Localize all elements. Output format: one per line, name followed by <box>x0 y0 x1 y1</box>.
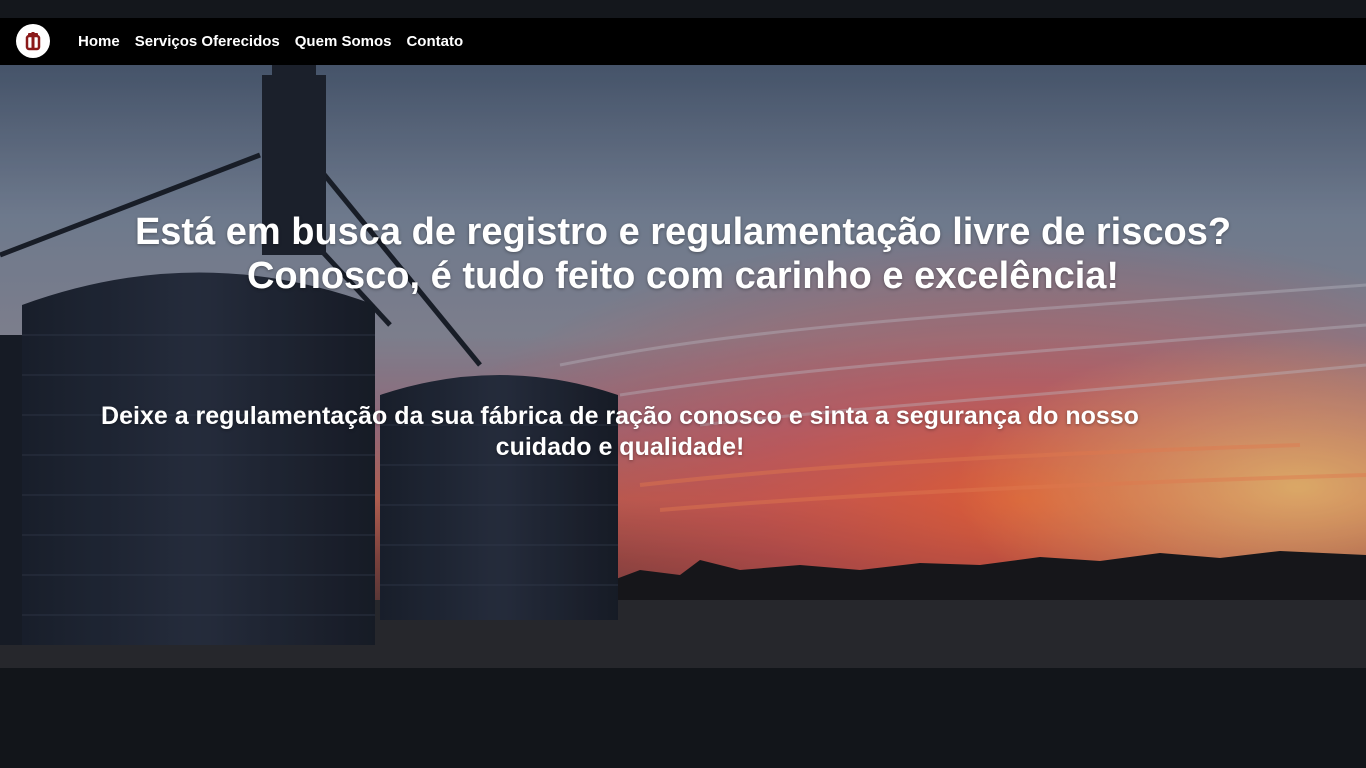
hero-title: Está em busca de registro e regulamentaç… <box>0 210 1319 298</box>
logo-graphic <box>25 32 41 51</box>
page-bottom <box>0 668 1366 768</box>
hero-section: Está em busca de registro e regulamentaç… <box>0 65 1366 668</box>
hero-title-line-2: Conosco, é tudo feito com carinho e exce… <box>246 255 1120 297</box>
hero-subtitle: Deixe a regulamentação da sua fábrica de… <box>101 402 1139 461</box>
hero-title-line-1: Está em busca de registro e regulamentaç… <box>134 211 1232 253</box>
nav-links: Home Serviços Oferecidos Quem Somos Cont… <box>78 18 463 65</box>
nav-home-link[interactable]: Home <box>78 33 120 50</box>
silo-logo-icon[interactable] <box>16 24 50 58</box>
top-strip <box>0 0 1366 18</box>
nav-services-link[interactable]: Serviços Oferecidos <box>135 33 280 50</box>
nav-contact-link[interactable]: Contato <box>406 33 463 50</box>
hero-background-image <box>0 65 1366 668</box>
nav-about-link[interactable]: Quem Somos <box>295 33 392 50</box>
navbar: Home Serviços Oferecidos Quem Somos Cont… <box>0 18 1366 65</box>
